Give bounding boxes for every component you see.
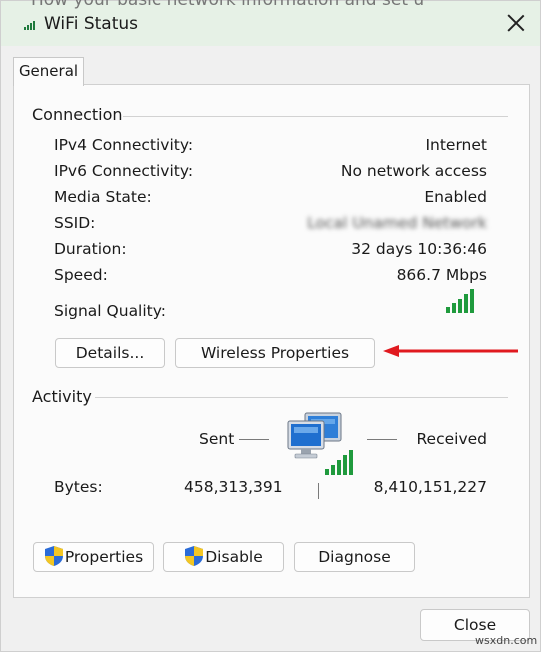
sent-label: Sent	[199, 430, 235, 448]
uac-shield-icon	[44, 546, 63, 566]
activity-section-title: Activity	[32, 387, 92, 406]
received-dash	[367, 439, 397, 440]
wireless-properties-button[interactable]: Wireless Properties	[175, 338, 375, 368]
ipv6-value: No network access	[340, 162, 487, 180]
media-state-label: Media State:	[54, 188, 152, 206]
connection-divider	[123, 116, 508, 117]
received-label: Received	[416, 430, 487, 448]
duration-label: Duration:	[54, 240, 127, 258]
window-title: WiFi Status	[44, 14, 138, 34]
connection-section-title: Connection	[32, 105, 123, 124]
diagnose-button[interactable]: Diagnose	[294, 542, 415, 572]
watermark-text: wsxdn.com	[475, 634, 538, 647]
speed-value: 866.7 Mbps	[396, 266, 487, 284]
duration-value: 32 days 10:36:46	[351, 240, 487, 258]
media-state-value: Enabled	[424, 188, 487, 206]
signal-quality-label: Signal Quality:	[54, 302, 167, 320]
details-button[interactable]: Details...	[55, 338, 165, 368]
speed-label: Speed:	[54, 266, 108, 284]
disable-button-label: Disable	[205, 548, 263, 566]
wifi-status-window: How your basic network information and s…	[0, 0, 541, 652]
uac-shield-icon	[185, 546, 204, 566]
ipv6-label: IPv6 Connectivity:	[54, 162, 194, 180]
close-icon[interactable]	[505, 12, 527, 34]
tab-general[interactable]: General	[13, 57, 84, 86]
title-bar[interactable]: How your basic network information and s…	[1, 0, 540, 46]
bytes-sent-value: 458,313,391	[184, 478, 283, 496]
ssid-label: SSID:	[54, 214, 96, 232]
ipv4-label: IPv4 Connectivity:	[54, 136, 194, 154]
red-arrow-annotation	[383, 345, 518, 357]
activity-divider	[95, 397, 508, 398]
bytes-received-value: 8,410,151,227	[373, 478, 487, 496]
background-window-text: How your basic network information and s…	[31, 0, 531, 9]
properties-button-label: Properties	[64, 548, 144, 566]
disable-button[interactable]: Disable	[163, 542, 284, 572]
wifi-signal-icon	[24, 21, 35, 30]
properties-button[interactable]: Properties	[33, 542, 154, 572]
network-computers-icon	[287, 412, 353, 475]
sent-dash	[239, 439, 269, 440]
bytes-label: Bytes:	[54, 478, 103, 496]
activity-separator	[318, 483, 319, 499]
ipv4-value: Internet	[425, 136, 487, 154]
ssid-value: Local Unamed Network	[307, 214, 487, 232]
signal-strength-icon	[446, 289, 474, 313]
